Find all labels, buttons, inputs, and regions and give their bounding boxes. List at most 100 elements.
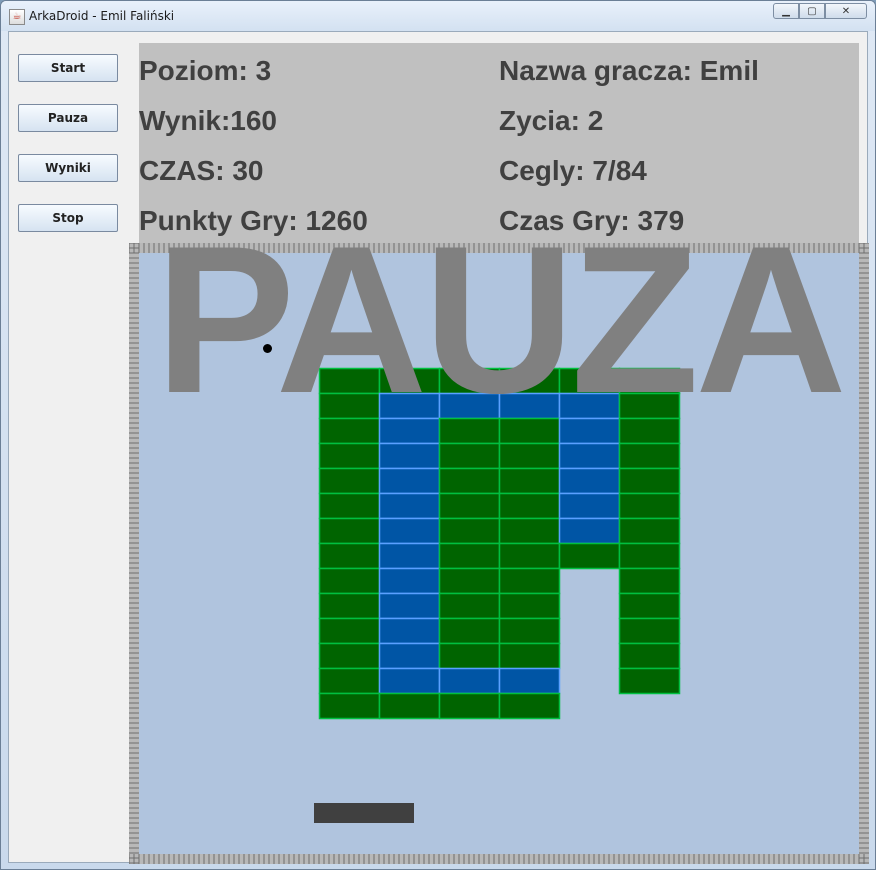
brick-green — [498, 567, 561, 595]
brick-green — [498, 642, 561, 670]
brick-blue — [438, 667, 501, 695]
brick-green — [498, 692, 561, 720]
scores-button[interactable]: Wyniki — [18, 154, 118, 182]
brick-green — [498, 592, 561, 620]
bricks-label: Cegly: 7/84 — [499, 155, 647, 186]
paddle — [314, 803, 414, 823]
brick-green — [558, 367, 621, 395]
brick-green — [318, 567, 381, 595]
brick-green — [618, 542, 681, 570]
ball — [263, 344, 272, 353]
brick-blue — [558, 417, 621, 445]
brick-blue — [378, 592, 441, 620]
brick-green — [498, 492, 561, 520]
brick-green — [498, 467, 561, 495]
brick-blue — [438, 392, 501, 420]
brick-green — [498, 542, 561, 570]
brick-green — [558, 542, 621, 570]
brick-green — [438, 642, 501, 670]
window-title: ArkaDroid - Emil Faliński — [29, 9, 175, 23]
brick-green — [318, 592, 381, 620]
brick-green — [318, 667, 381, 695]
pause-button[interactable]: Pauza — [18, 104, 118, 132]
brick-green — [618, 442, 681, 470]
brick-green — [438, 517, 501, 545]
brick-blue — [498, 667, 561, 695]
brick-green — [498, 617, 561, 645]
brick-green — [618, 492, 681, 520]
brick-green — [498, 517, 561, 545]
brick-green — [378, 367, 441, 395]
brick-blue — [558, 467, 621, 495]
maximize-icon[interactable]: ▢ — [799, 3, 825, 19]
brick-green — [318, 617, 381, 645]
brick-blue — [378, 642, 441, 670]
brick-blue — [558, 517, 621, 545]
brick-green — [498, 367, 561, 395]
brick-green — [498, 442, 561, 470]
score-label: Wynik:160 — [139, 105, 277, 136]
brick-blue — [558, 442, 621, 470]
brick-green — [438, 467, 501, 495]
brick-blue — [558, 492, 621, 520]
brick-green — [618, 367, 681, 395]
brick-green — [318, 392, 381, 420]
brick-blue — [378, 667, 441, 695]
brick-green — [618, 567, 681, 595]
game-board: PAUZA — [129, 215, 869, 864]
brick-green — [318, 442, 381, 470]
board-canvas — [129, 243, 869, 864]
brick-blue — [378, 517, 441, 545]
minimize-icon[interactable]: ▁ — [773, 3, 799, 19]
app-window: ☕ ArkaDroid - Emil Faliński ▁ ▢ ✕ Start … — [0, 0, 876, 870]
brick-green — [618, 417, 681, 445]
brick-green — [438, 417, 501, 445]
brick-green — [438, 567, 501, 595]
brick-blue — [378, 542, 441, 570]
brick-blue — [378, 392, 441, 420]
window-controls: ▁ ▢ ✕ — [773, 3, 867, 21]
game-points-label: Punkty Gry: 1260 — [139, 205, 368, 236]
brick-blue — [378, 617, 441, 645]
brick-green — [438, 617, 501, 645]
brick-green — [318, 467, 381, 495]
brick-green — [618, 467, 681, 495]
brick-blue — [378, 417, 441, 445]
level-label: Poziom: 3 — [139, 55, 272, 86]
stop-button[interactable]: Stop — [18, 204, 118, 232]
title-bar: ☕ ArkaDroid - Emil Faliński ▁ ▢ ✕ — [1, 1, 875, 31]
brick-green — [618, 642, 681, 670]
start-button[interactable]: Start — [18, 54, 118, 82]
brick-green — [618, 667, 681, 695]
brick-green — [498, 417, 561, 445]
close-icon[interactable]: ✕ — [825, 3, 867, 19]
brick-green — [438, 542, 501, 570]
brick-blue — [378, 467, 441, 495]
brick-blue — [378, 442, 441, 470]
brick-green — [618, 392, 681, 420]
brick-green — [318, 492, 381, 520]
player-name-label: Nazwa gracza: Emil — [499, 55, 759, 86]
brick-green — [318, 417, 381, 445]
brick-green — [438, 367, 501, 395]
brick-green — [378, 692, 441, 720]
brick-blue — [378, 567, 441, 595]
brick-green — [438, 492, 501, 520]
java-app-icon: ☕ — [9, 9, 25, 25]
brick-green — [318, 517, 381, 545]
stats-panel: Poziom: 3 Wynik:160 CZAS: 30 Punkty Gry:… — [139, 43, 859, 243]
brick-green — [438, 692, 501, 720]
brick-blue — [498, 392, 561, 420]
brick-green — [318, 367, 381, 395]
brick-green — [618, 517, 681, 545]
brick-green — [318, 642, 381, 670]
brick-green — [618, 592, 681, 620]
brick-green — [318, 692, 381, 720]
brick-green — [618, 617, 681, 645]
content-area: Start Pauza Wyniki Stop Poziom: 3 Wynik:… — [8, 31, 869, 864]
brick-blue — [558, 392, 621, 420]
game-time-label: Czas Gry: 379 — [499, 205, 685, 236]
brick-green — [438, 442, 501, 470]
brick-green — [438, 592, 501, 620]
brick-blue — [378, 492, 441, 520]
